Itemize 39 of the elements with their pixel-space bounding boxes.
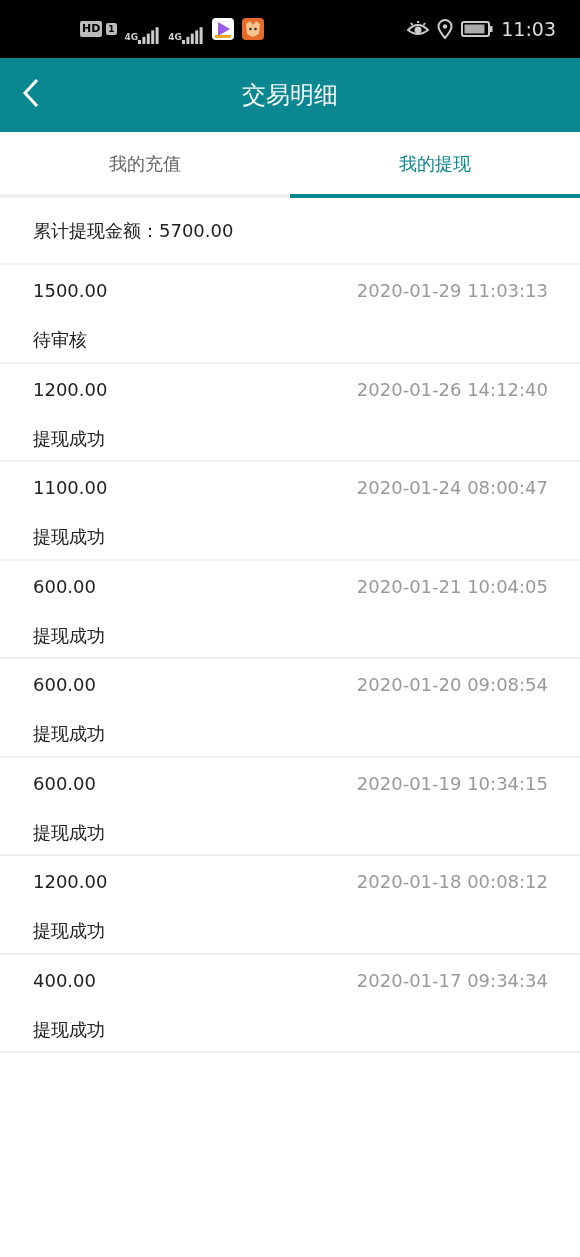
status-text: 提现成功 — [33, 525, 105, 549]
sim-indicator: 1 — [106, 23, 117, 35]
eye-icon — [407, 20, 430, 38]
timestamp: 2020-01-18 00:08:12 — [356, 870, 548, 894]
amount: 600.00 — [33, 771, 96, 796]
status-text: 提现成功 — [33, 919, 105, 943]
video-app-icon[interactable] — [211, 18, 234, 40]
network-type: 4G — [124, 30, 139, 44]
hd-indicator: HD — [80, 21, 103, 37]
location-icon — [437, 19, 454, 39]
status-text: 提现成功 — [33, 623, 105, 648]
battery-icon — [461, 21, 494, 37]
timestamp: 2020-01-29 11:03:13 — [356, 279, 548, 303]
clock: 11:03 — [501, 16, 556, 42]
status-text: 提现成功 — [33, 820, 105, 845]
signal-icon — [181, 26, 204, 45]
amount: 400.00 — [33, 968, 96, 993]
page-title: 交易明细 — [242, 80, 338, 111]
status-text: 待审核 — [33, 328, 87, 352]
fox-app-icon[interactable] — [241, 18, 264, 40]
amount: 1500.00 — [33, 279, 108, 303]
amount: 600.00 — [33, 673, 96, 697]
timestamp: 2020-01-26 14:12:40 — [356, 377, 548, 402]
status-text: 提现成功 — [33, 1017, 105, 1042]
timestamp: 2020-01-24 08:00:47 — [356, 476, 548, 500]
status-text: 提现成功 — [33, 722, 105, 746]
status-text: 提现成功 — [33, 426, 105, 451]
amount: 600.00 — [33, 574, 96, 599]
total-withdrawal-amount: 累计提现金额：5700.00 — [33, 219, 234, 243]
amount: 1200.00 — [33, 870, 108, 894]
network-type: 4G — [168, 30, 182, 44]
timestamp: 2020-01-17 09:34:34 — [356, 968, 548, 993]
timestamp: 2020-01-21 10:04:05 — [356, 574, 548, 599]
back-button[interactable] — [22, 78, 40, 108]
timestamp: 2020-01-20 09:08:54 — [356, 673, 548, 697]
amount: 1200.00 — [33, 377, 108, 402]
signal-icon — [138, 26, 161, 45]
amount: 1100.00 — [33, 476, 108, 500]
timestamp: 2020-01-19 10:34:15 — [356, 771, 548, 796]
